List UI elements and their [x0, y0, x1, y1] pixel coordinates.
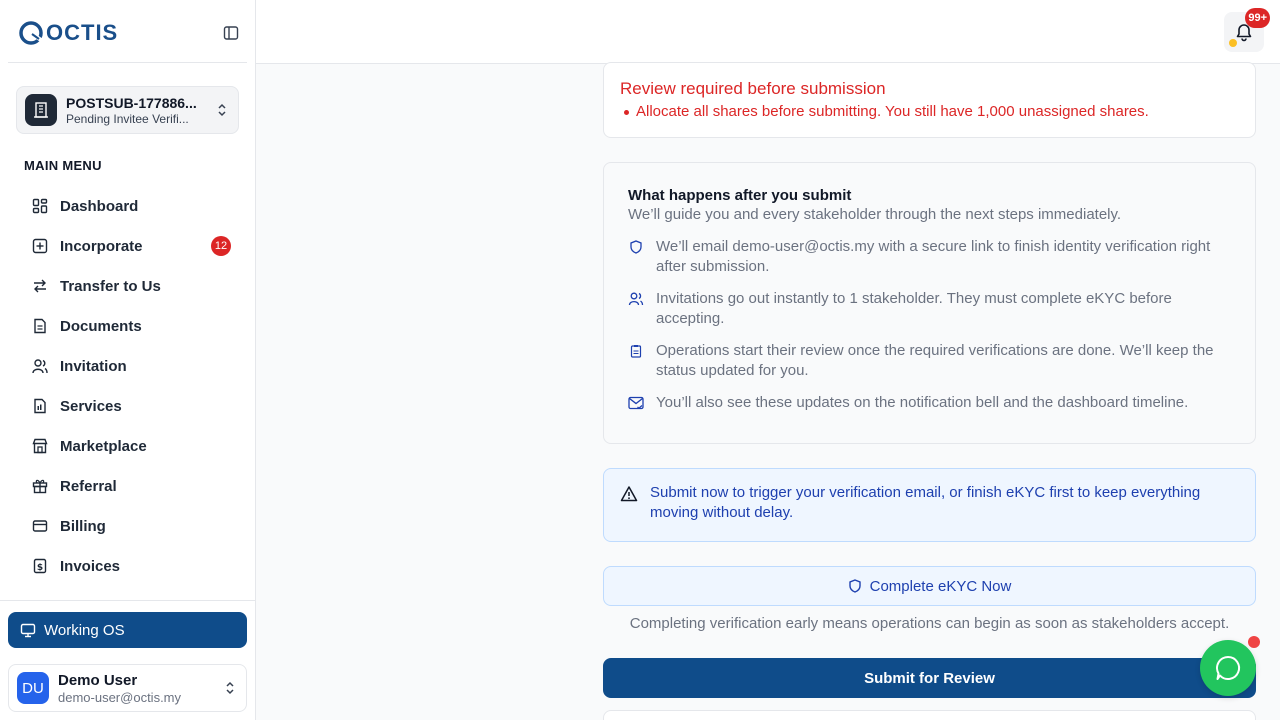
status-dot — [1229, 39, 1237, 47]
step-text: You’ll also see these updates on the not… — [656, 394, 1189, 411]
mail-check-icon — [628, 395, 644, 411]
chat-icon — [1216, 655, 1241, 680]
sidebar-item-services[interactable]: Services — [24, 386, 238, 426]
services-icon — [31, 397, 49, 415]
clipboard-icon — [628, 343, 644, 359]
sidebar-item-incorporate[interactable]: Incorporate 12 — [24, 226, 238, 266]
working-os-label: Working OS — [44, 621, 125, 639]
warning-icon — [620, 485, 638, 503]
divider — [0, 600, 256, 601]
dashboard-icon — [31, 197, 49, 215]
notification-button[interactable]: 99+ — [1224, 8, 1270, 52]
step-text: We’ll email demo-user@octis.my with a se… — [656, 238, 1211, 275]
sidebar-item-label: Billing — [60, 517, 106, 535]
gift-icon — [31, 477, 49, 495]
sidebar-item-label: Invitation — [60, 357, 127, 375]
sidebar-item-label: Referral — [60, 477, 117, 495]
user-name: Demo User — [58, 671, 138, 689]
sidebar-item-documents[interactable]: Documents — [24, 306, 238, 346]
sidebar-item-dashboard[interactable]: Dashboard — [24, 186, 238, 226]
user-email: demo-user@octis.my — [58, 689, 182, 705]
sidebar-item-referral[interactable]: Referral — [24, 466, 238, 506]
document-icon — [31, 317, 49, 335]
transfer-icon — [31, 277, 49, 295]
shield-icon — [848, 579, 861, 593]
sidebar-item-label: Marketplace — [60, 437, 147, 455]
sidebar-item-label: Invoices — [60, 557, 121, 575]
list-item: You’ll also see these updates on the not… — [628, 393, 1231, 413]
alert-item: Allocate all shares before submitting. Y… — [624, 103, 1239, 120]
working-os-button[interactable]: Working OS — [8, 612, 247, 648]
plus-square-icon — [31, 237, 49, 255]
chat-button[interactable] — [1200, 640, 1256, 696]
notification-count-badge: 99+ — [1245, 8, 1270, 28]
card-icon — [31, 517, 49, 535]
list-item: Invitations go out instantly to 1 stakeh… — [628, 289, 1231, 329]
next-steps-subtitle: We’ll guide you and every stakeholder th… — [628, 206, 1122, 223]
chevrons-up-down-icon — [222, 680, 238, 696]
octis-logo[interactable]: OCTIS — [18, 20, 118, 46]
users-icon — [628, 291, 644, 307]
alert-title: Review required before submission — [620, 79, 886, 98]
building-icon — [25, 94, 57, 126]
company-name: POSTSUB-177886... — [66, 94, 197, 111]
logo-row: OCTIS — [18, 18, 240, 48]
company-status: Pending Invitee Verifi... — [66, 111, 189, 126]
partial-card — [603, 710, 1256, 720]
main-content: Review required before submission Alloca… — [256, 62, 1280, 720]
user-menu[interactable]: DU Demo User demo-user@octis.my — [8, 664, 247, 712]
verification-notice: Submit now to trigger your verification … — [603, 468, 1256, 542]
ekyc-note: Completing verification early means oper… — [629, 615, 1230, 632]
list-item: Operations start their review once the r… — [628, 341, 1231, 381]
shield-icon — [628, 239, 644, 255]
avatar: DU — [17, 672, 49, 704]
sidebar-toggle-icon — [223, 26, 239, 40]
count-badge: 12 — [211, 236, 231, 256]
monitor-icon — [20, 623, 36, 638]
main-menu-heading: MAIN MENU — [24, 158, 102, 173]
list-item: We’ll email demo-user@octis.my with a se… — [628, 237, 1231, 277]
sidebar-item-label: Documents — [60, 317, 142, 335]
sidebar-item-invoices[interactable]: $ Invoices — [24, 546, 238, 586]
store-icon — [31, 437, 49, 455]
submit-for-review-button[interactable]: Submit for Review — [603, 658, 1256, 698]
main-menu: Dashboard Incorporate 12 Transfer to Us … — [24, 186, 238, 586]
step-text: Invitations go out instantly to 1 stakeh… — [656, 290, 1172, 327]
sidebar-item-label: Services — [60, 397, 122, 415]
sidebar: OCTIS POSTSUB-177886... Pending Invitee … — [0, 0, 256, 720]
sidebar-item-label: Incorporate — [60, 237, 143, 255]
review-required-alert: Review required before submission Alloca… — [603, 62, 1256, 138]
sidebar-item-label: Dashboard — [60, 197, 139, 215]
next-steps-title: What happens after you submit — [628, 187, 852, 204]
sidebar-item-label: Transfer to Us — [60, 277, 161, 295]
complete-ekyc-label: Complete eKYC Now — [869, 577, 1012, 595]
company-switcher[interactable]: POSTSUB-177886... Pending Invitee Verifi… — [16, 86, 239, 134]
invoice-icon: $ — [31, 557, 49, 575]
step-text: Operations start their review once the r… — [656, 342, 1214, 379]
chevrons-up-down-icon — [214, 102, 230, 118]
logo-text: OCTIS — [46, 20, 119, 45]
next-steps-card: What happens after you submit We’ll guid… — [603, 162, 1256, 444]
next-steps-list: We’ll email demo-user@octis.my with a se… — [628, 237, 1231, 413]
top-header: 99+ — [256, 0, 1280, 64]
sidebar-item-billing[interactable]: Billing — [24, 506, 238, 546]
users-icon — [31, 357, 49, 375]
submit-label: Submit for Review — [864, 669, 995, 687]
sidebar-item-invitation[interactable]: Invitation — [24, 346, 238, 386]
divider — [8, 62, 247, 63]
logo-mark-icon — [19, 21, 43, 45]
notice-text: Submit now to trigger your verification … — [650, 484, 1201, 521]
sidebar-toggle-button[interactable] — [222, 24, 240, 42]
sidebar-item-transfer[interactable]: Transfer to Us — [24, 266, 238, 306]
chat-unread-dot — [1248, 636, 1260, 648]
svg-text:$: $ — [37, 563, 43, 573]
complete-ekyc-button[interactable]: Complete eKYC Now — [603, 566, 1256, 606]
sidebar-item-marketplace[interactable]: Marketplace — [24, 426, 238, 466]
